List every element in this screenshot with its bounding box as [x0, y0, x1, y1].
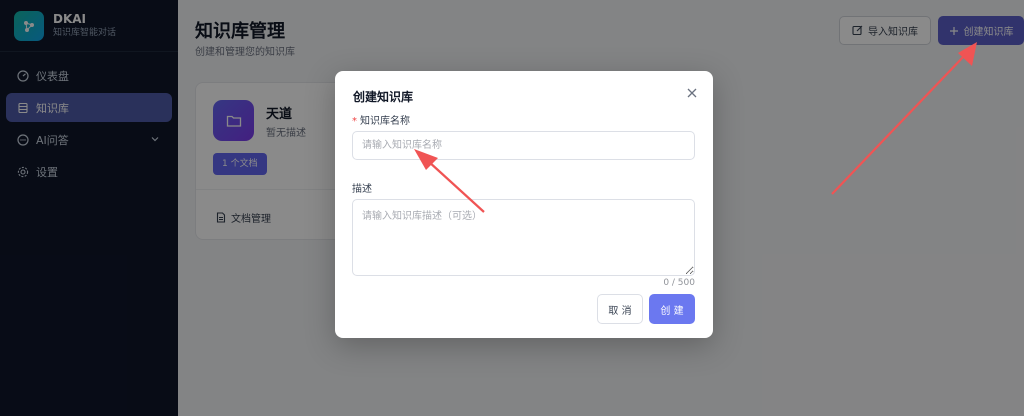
description-textarea[interactable]	[352, 199, 695, 276]
create-kb-dialog: 创建知识库 *知识库名称 描述 0 / 500 取 消 创 建	[335, 71, 713, 338]
close-icon[interactable]	[685, 85, 699, 99]
kb-name-label: * 知识库名称	[352, 112, 410, 127]
dialog-title: 创建知识库	[353, 90, 414, 104]
char-counter: 0 / 500	[663, 278, 695, 288]
description-label: 描述	[352, 184, 372, 195]
cancel-button[interactable]: 取 消	[597, 294, 643, 324]
kb-name-label-text: 知识库名称	[360, 116, 410, 127]
kb-name-input[interactable]	[352, 131, 695, 160]
create-button[interactable]: 创 建	[649, 294, 695, 324]
required-mark: *	[352, 116, 357, 127]
